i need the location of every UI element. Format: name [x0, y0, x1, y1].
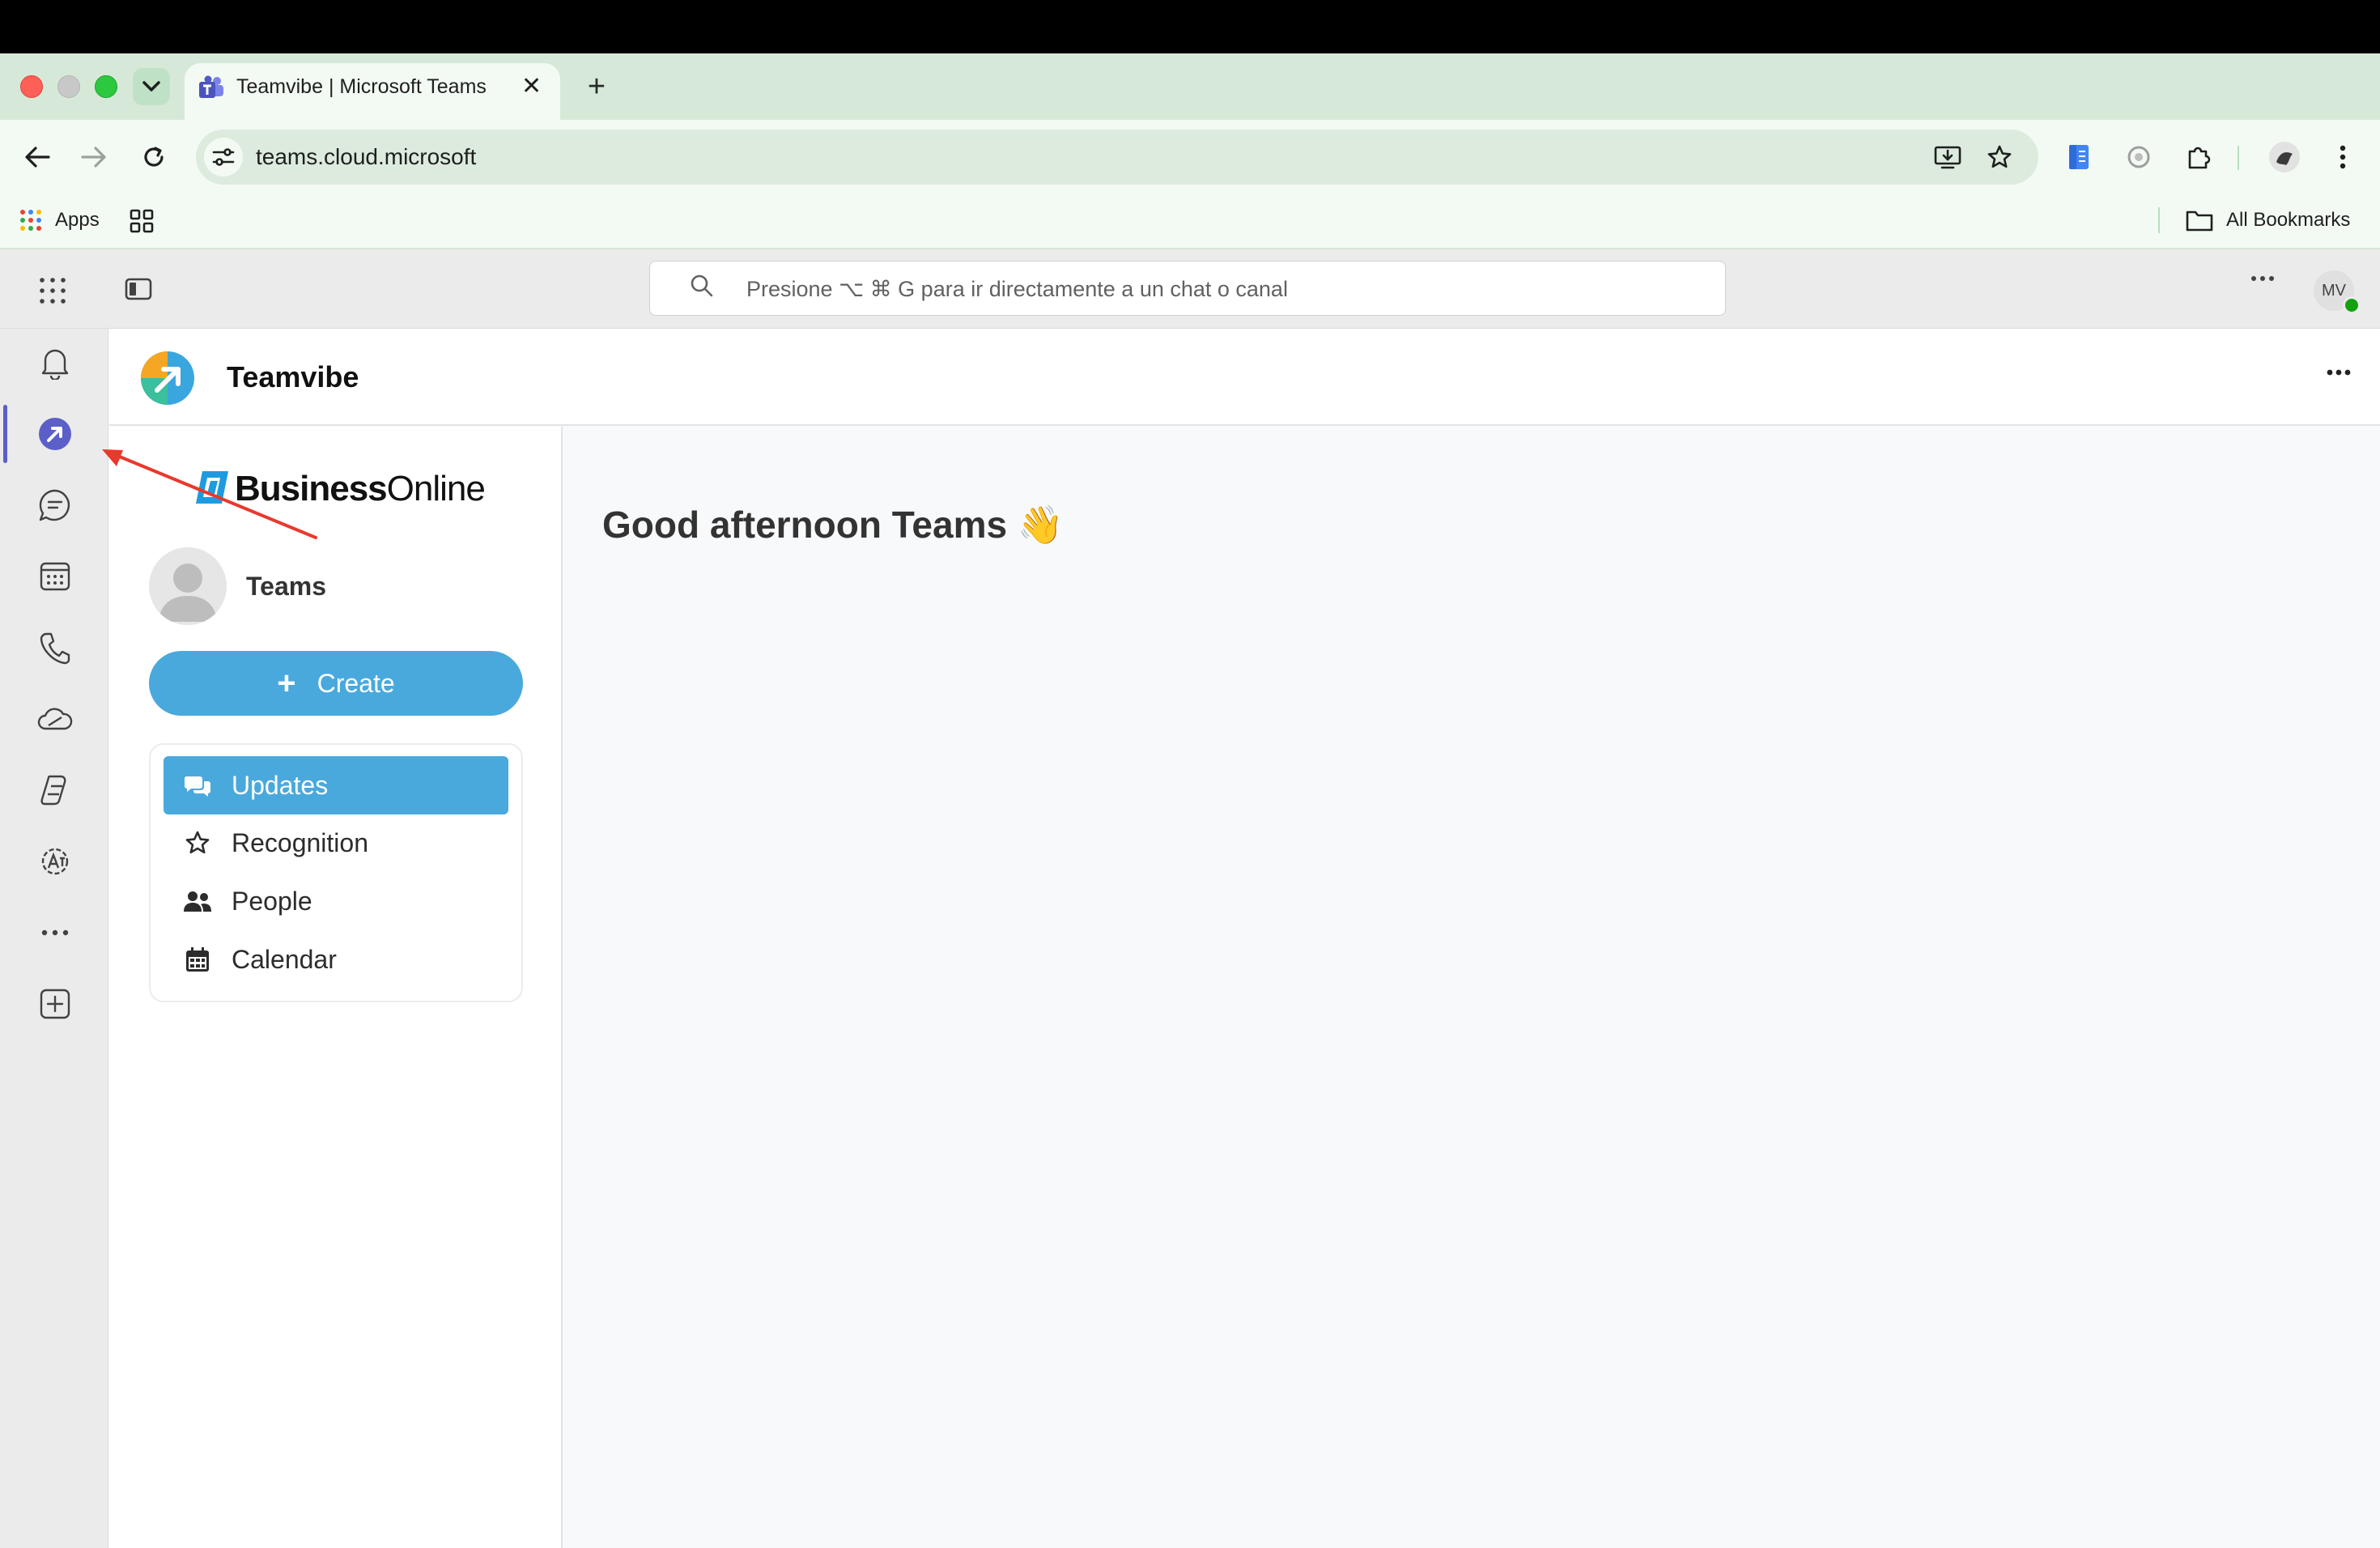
tab-close-button[interactable]: ✕ [521, 73, 542, 100]
reload-icon [144, 147, 164, 167]
new-tab-button[interactable]: + [578, 68, 615, 105]
sidebar-item-label: Calendar [232, 944, 337, 974]
sidebar-item-label: People [232, 886, 312, 916]
app-launcher-button[interactable] [39, 277, 66, 304]
apps-grid-icon[interactable] [19, 209, 42, 232]
browser-menu-button[interactable] [2325, 139, 2361, 175]
bookmarks-bar [0, 194, 2380, 249]
sidebar-toggle-icon [125, 278, 152, 300]
site-info-button[interactable] [204, 138, 243, 176]
phone-icon [40, 632, 70, 665]
folder-icon[interactable] [2186, 209, 2213, 232]
teamvibe-logo [139, 350, 196, 406]
extension-doc-icon [2069, 145, 2089, 169]
rail-add-app[interactable] [19, 975, 91, 1033]
apps-gear-icon [41, 848, 69, 875]
puzzle-icon [2188, 147, 2211, 169]
bell-icon [41, 349, 69, 380]
rail-teamvibe[interactable] [19, 405, 91, 463]
presence-available-badge [2343, 296, 2361, 314]
toggle-sidebar-button[interactable] [125, 277, 152, 301]
create-button-label: Create [317, 668, 395, 698]
profile-avatar[interactable] [149, 547, 227, 625]
profile-avatar-icon [2269, 142, 2300, 172]
rail-apps[interactable] [19, 832, 91, 891]
app-header [109, 329, 2380, 426]
sidebar-item-label: Recognition [232, 827, 368, 857]
sidebar-item-recognition[interactable]: Recognition [164, 814, 508, 872]
waffle-icon [40, 278, 66, 304]
calendar-icon [164, 946, 232, 972]
teamvibe-app-icon [39, 418, 71, 450]
tab-groups-icon[interactable] [130, 209, 154, 233]
bookmarks-divider [2158, 207, 2160, 233]
rail-active-indicator [3, 405, 7, 463]
profile-button[interactable] [2267, 139, 2302, 175]
url-text[interactable]: teams.cloud.microsoft [256, 142, 476, 172]
chevron-down-icon [142, 81, 160, 91]
sidebar-item-calendar[interactable]: Calendar [164, 930, 508, 989]
extension-button[interactable] [2121, 139, 2157, 175]
sidebar-item-updates[interactable]: Updates [164, 756, 508, 814]
copilot-icon [40, 775, 66, 806]
main-content [564, 427, 2380, 1548]
add-app-icon [40, 989, 70, 1019]
bookmark-apps-label[interactable]: Apps [55, 207, 100, 233]
greeting-heading: Good afternoon Teams 👋 [602, 504, 1065, 546]
rail-onedrive[interactable] [19, 690, 91, 748]
tune-icon [212, 148, 235, 166]
install-icon [1934, 146, 1961, 169]
sidebar-item-label: Updates [232, 770, 329, 800]
all-bookmarks-label[interactable]: All Bookmarks [2226, 207, 2350, 233]
extension-button[interactable] [2061, 139, 2097, 175]
app-title: Teamvibe [227, 360, 359, 393]
profile-name[interactable]: Teams [246, 570, 326, 602]
extensions-button[interactable] [2181, 139, 2216, 175]
plus-icon: + [277, 666, 296, 701]
extension-circle-icon [2127, 146, 2150, 168]
create-button[interactable]: + Create [149, 651, 523, 716]
install-app-button[interactable] [1930, 139, 1966, 175]
more-horizontal-icon [2327, 369, 2351, 376]
bookmark-star-button[interactable] [1982, 139, 2017, 175]
onedrive-icon [37, 708, 73, 730]
app-more-button[interactable] [2327, 369, 2351, 376]
comments-icon [164, 773, 232, 797]
teams-settings-more-button[interactable] [2250, 275, 2275, 282]
star-icon [1987, 145, 2012, 168]
toolbar-divider [2238, 146, 2239, 170]
teams-favicon-icon [198, 75, 225, 100]
annotation-arrow [89, 437, 332, 551]
back-button[interactable] [19, 139, 55, 175]
rail-more-apps[interactable] [19, 904, 91, 962]
calendar-icon [40, 562, 70, 591]
tab-search-button[interactable] [133, 68, 170, 105]
arrow-right-icon [81, 147, 106, 168]
default-user-icon [159, 563, 217, 622]
forward-button[interactable] [76, 139, 112, 175]
search-placeholder[interactable]: Presione ⌥ ⌘ G para ir directamente a un… [746, 275, 1288, 303]
rail-calendar[interactable] [19, 547, 91, 606]
arrow-left-icon [25, 147, 50, 168]
window-close-button[interactable] [20, 75, 43, 98]
window-zoom-button[interactable] [95, 75, 117, 98]
more-horizontal-icon [2251, 276, 2274, 281]
rail-copilot[interactable] [19, 761, 91, 819]
more-horizontal-icon [41, 929, 69, 936]
tab-title: Teamvibe | Microsoft Teams [236, 75, 487, 98]
rail-chat[interactable] [19, 476, 91, 534]
rail-calls[interactable] [19, 619, 91, 677]
reload-button[interactable] [136, 139, 172, 175]
search-icon [690, 274, 714, 298]
kebab-menu-icon [2340, 145, 2346, 169]
sidebar-item-people[interactable]: People [164, 872, 508, 930]
chat-icon [39, 489, 70, 521]
star-icon [164, 830, 232, 856]
rail-activity[interactable] [19, 334, 91, 392]
window-minimize-button[interactable] [57, 75, 80, 98]
screen-top-bar [0, 0, 2380, 53]
people-icon [164, 890, 232, 912]
